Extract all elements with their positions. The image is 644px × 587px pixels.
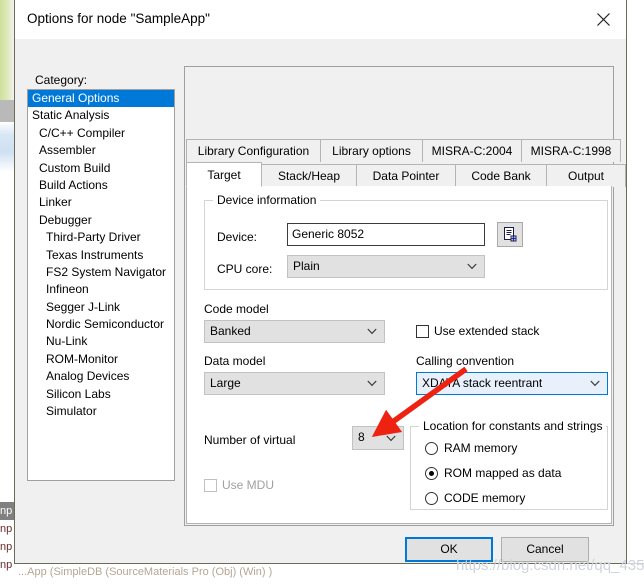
tab-library-options[interactable]: Library options	[320, 139, 423, 162]
radio-circle-icon	[425, 491, 438, 505]
tab-data-pointer[interactable]: Data Pointer	[356, 164, 456, 187]
sidebar-item-nu-link[interactable]: Nu-Link	[28, 333, 174, 350]
background-blue-strip	[0, 122, 14, 172]
sidebar-item-third-party-driver[interactable]: Third-Party Driver	[28, 229, 174, 246]
data-model-label: Data model	[204, 354, 266, 368]
background-green-strip	[0, 0, 14, 100]
sidebar-item-texas-instruments[interactable]: Texas Instruments	[28, 247, 174, 264]
device-information-legend: Device information	[213, 193, 321, 207]
number-of-virtual-label: Number of virtual	[204, 433, 296, 447]
device-picker-icon[interactable]	[497, 222, 523, 247]
use-extended-stack-label: Use extended stack	[434, 324, 540, 338]
tab-code-bank[interactable]: Code Bank	[455, 164, 547, 187]
tabstrip-row-1: Library Configuration Library options MI…	[186, 138, 621, 162]
number-of-virtual-combobox[interactable]: 8	[352, 426, 404, 450]
sidebar-item-nordic-semiconductor[interactable]: Nordic Semiconductor	[28, 316, 174, 333]
radio-code-memory-label: CODE memory	[444, 491, 526, 505]
sidebar-item-static-analysis[interactable]: Static Analysis	[28, 107, 174, 124]
sidebar-item-c-cpp-compiler[interactable]: C/C++ Compiler	[28, 125, 174, 142]
sidebar-item-silicon-labs[interactable]: Silicon Labs	[28, 386, 174, 403]
target-tab-panel: Device information Device: Generic 8052 …	[186, 186, 612, 524]
sidebar-item-debugger[interactable]: Debugger	[28, 212, 174, 229]
background-tree-item: np	[0, 523, 13, 535]
background-white-strip	[0, 172, 15, 502]
radio-circle-icon	[425, 466, 438, 480]
background-tree-item: np	[0, 559, 13, 571]
use-mdu-label: Use MDU	[222, 478, 275, 492]
watermark-text: https://blog.csdn.net/qq_43550173	[456, 557, 644, 574]
background-workspace-tree: np np np np	[0, 502, 14, 587]
category-label: Category:	[35, 73, 88, 87]
radio-rom-mapped-as-data-label: ROM mapped as data	[444, 466, 562, 480]
code-model-combobox[interactable]: Banked	[204, 320, 385, 343]
code-model-value: Banked	[210, 324, 251, 338]
radio-circle-icon	[425, 441, 438, 455]
sidebar-item-general-options[interactable]: General Options	[28, 90, 174, 108]
tab-output[interactable]: Output	[546, 164, 626, 187]
background-tree-item: np	[0, 541, 13, 553]
options-dialog: Options for node "SampleApp" Category: G…	[14, 0, 627, 564]
dialog-title: Options for node "SampleApp"	[27, 11, 210, 26]
close-icon[interactable]	[580, 0, 626, 38]
tab-misra-c-2004[interactable]: MISRA-C:2004	[422, 139, 522, 162]
sidebar-item-assembler[interactable]: Assembler	[28, 142, 174, 159]
sidebar-item-fs2-system-navigator[interactable]: FS2 System Navigator	[28, 264, 174, 281]
chevron-down-icon	[386, 427, 396, 449]
dialog-titlebar: Options for node "SampleApp"	[15, 0, 626, 39]
cpu-core-value: Plain	[293, 259, 320, 273]
calling-convention-combobox[interactable]: XDATA stack reentrant	[416, 372, 608, 395]
radio-rom-mapped-as-data[interactable]: ROM mapped as data	[425, 466, 561, 480]
chevron-down-icon	[367, 321, 377, 342]
use-mdu-checkbox[interactable]: Use MDU	[204, 478, 274, 492]
tab-stack-heap[interactable]: Stack/Heap	[261, 164, 357, 187]
background-gray-strip	[0, 100, 14, 122]
sidebar-item-linker[interactable]: Linker	[28, 194, 174, 211]
tab-misra-c-1998[interactable]: MISRA-C:1998	[521, 139, 621, 162]
sidebar-item-infineon[interactable]: Infineon	[28, 281, 174, 298]
chevron-down-icon	[590, 373, 600, 394]
sidebar-item-build-actions[interactable]: Build Actions	[28, 177, 174, 194]
tabstrip-row-2: Target Stack/Heap Data Pointer Code Bank…	[186, 162, 626, 187]
background-tree-item: np	[0, 502, 14, 520]
chevron-down-icon	[367, 373, 377, 394]
radio-ram-memory-label: RAM memory	[444, 441, 518, 455]
background-status-line: ...App (SimpleDB (SourceMaterials Pro (O…	[18, 566, 273, 578]
checkbox-box-icon	[416, 324, 429, 338]
cpu-core-label: CPU core:	[217, 262, 273, 276]
tab-library-configuration[interactable]: Library Configuration	[186, 139, 321, 162]
sidebar-item-simulator[interactable]: Simulator	[28, 403, 174, 420]
device-label: Device:	[217, 230, 258, 244]
calling-convention-value: XDATA stack reentrant	[422, 376, 543, 390]
number-of-virtual-value: 8	[358, 430, 365, 444]
sidebar-item-segger-j-link[interactable]: Segger J-Link	[28, 299, 174, 316]
radio-code-memory[interactable]: CODE memory	[425, 491, 525, 505]
calling-convention-label: Calling convention	[416, 354, 515, 368]
device-input[interactable]: Generic 8052	[287, 223, 485, 246]
tab-target[interactable]: Target	[186, 162, 262, 187]
chevron-down-icon	[467, 256, 477, 277]
cpu-core-combobox[interactable]: Plain	[287, 255, 485, 278]
radio-ram-memory[interactable]: RAM memory	[425, 441, 517, 455]
category-listbox[interactable]: General Options Static Analysis C/C++ Co…	[27, 89, 175, 481]
code-model-label: Code model	[204, 302, 269, 316]
sidebar-item-custom-build[interactable]: Custom Build	[28, 160, 174, 177]
sidebar-item-rom-monitor[interactable]: ROM-Monitor	[28, 351, 174, 368]
constants-location-legend: Location for constants and strings	[419, 419, 607, 433]
use-extended-stack-checkbox[interactable]: Use extended stack	[416, 324, 539, 338]
data-model-combobox[interactable]: Large	[204, 372, 385, 395]
data-model-value: Large	[210, 376, 241, 390]
sidebar-item-analog-devices[interactable]: Analog Devices	[28, 368, 174, 385]
checkbox-box-icon	[204, 478, 217, 492]
